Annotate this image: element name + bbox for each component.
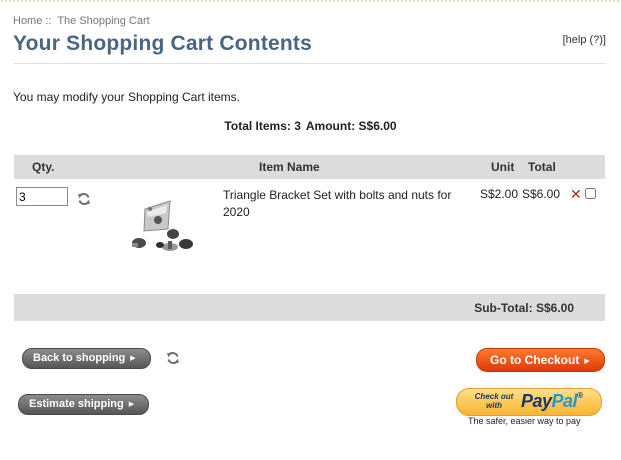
cart-item-row: Triangle Bracket Set with bolts and nuts… bbox=[14, 179, 605, 294]
arrow-right-icon: ▶ bbox=[584, 358, 590, 365]
go-to-checkout-button[interactable]: Go to Checkout ▶ bbox=[476, 348, 605, 372]
subtotal-label: Sub-Total: S$6.00 bbox=[474, 301, 574, 315]
remove-item-checkbox[interactable] bbox=[585, 188, 596, 199]
paypal-checkout-text: Check out with bbox=[474, 392, 514, 410]
arrow-right-icon: ▶ bbox=[130, 355, 136, 362]
back-to-shopping-button[interactable]: Back to shopping ▶ bbox=[22, 348, 151, 369]
go-to-checkout-label: Go to Checkout bbox=[490, 353, 580, 367]
page-title: Your Shopping Cart Contents bbox=[13, 32, 312, 55]
breadcrumb: Home:: The Shopping Cart bbox=[13, 15, 150, 27]
top-border bbox=[0, 0, 621, 2]
refresh-icon[interactable] bbox=[166, 351, 180, 365]
paypal-checkout-button[interactable]: Check out with PayPal® bbox=[456, 388, 602, 416]
estimate-shipping-button[interactable]: Estimate shipping ▶ bbox=[18, 394, 150, 415]
header-item-name: Item Name bbox=[259, 160, 320, 174]
paypal-logo: PayPal® bbox=[521, 391, 583, 411]
breadcrumb-current: The Shopping Cart bbox=[57, 15, 150, 27]
cart-table-header: Qty. Item Name Unit Total bbox=[14, 155, 605, 179]
subtotal-bar: Sub-Total: S$6.00 bbox=[14, 294, 605, 321]
title-divider bbox=[13, 63, 605, 64]
product-image[interactable] bbox=[110, 187, 214, 281]
item-name-link[interactable]: Triangle Bracket Set with bolts and nuts… bbox=[223, 187, 463, 221]
breadcrumb-separator: :: bbox=[45, 15, 52, 27]
refresh-icon[interactable] bbox=[77, 192, 91, 206]
item-unit-price: S$2.00 bbox=[480, 187, 519, 201]
header-qty: Qty. bbox=[32, 160, 55, 174]
intro-text: You may modify your Shopping Cart items. bbox=[13, 90, 240, 104]
cart-totals: Total Items: 3 Amount: S$6.00 bbox=[0, 119, 621, 133]
total-amount: Amount: S$6.00 bbox=[305, 119, 397, 133]
arrow-right-icon: ▶ bbox=[128, 401, 135, 408]
estimate-shipping-label: Estimate shipping bbox=[29, 398, 124, 410]
total-items: Total Items: 3 bbox=[224, 119, 301, 133]
remove-icon[interactable]: ✕ bbox=[570, 186, 582, 203]
help-link[interactable]: [help (?)] bbox=[563, 34, 606, 46]
header-total: Total bbox=[528, 160, 556, 174]
quantity-input[interactable] bbox=[16, 187, 68, 206]
breadcrumb-home-link[interactable]: Home bbox=[13, 15, 42, 27]
header-unit: Unit bbox=[491, 160, 515, 174]
back-to-shopping-label: Back to shopping bbox=[33, 352, 126, 364]
paypal-tagline: The safer, easier way to pay bbox=[468, 416, 581, 426]
item-total-price: S$6.00 bbox=[522, 187, 561, 201]
